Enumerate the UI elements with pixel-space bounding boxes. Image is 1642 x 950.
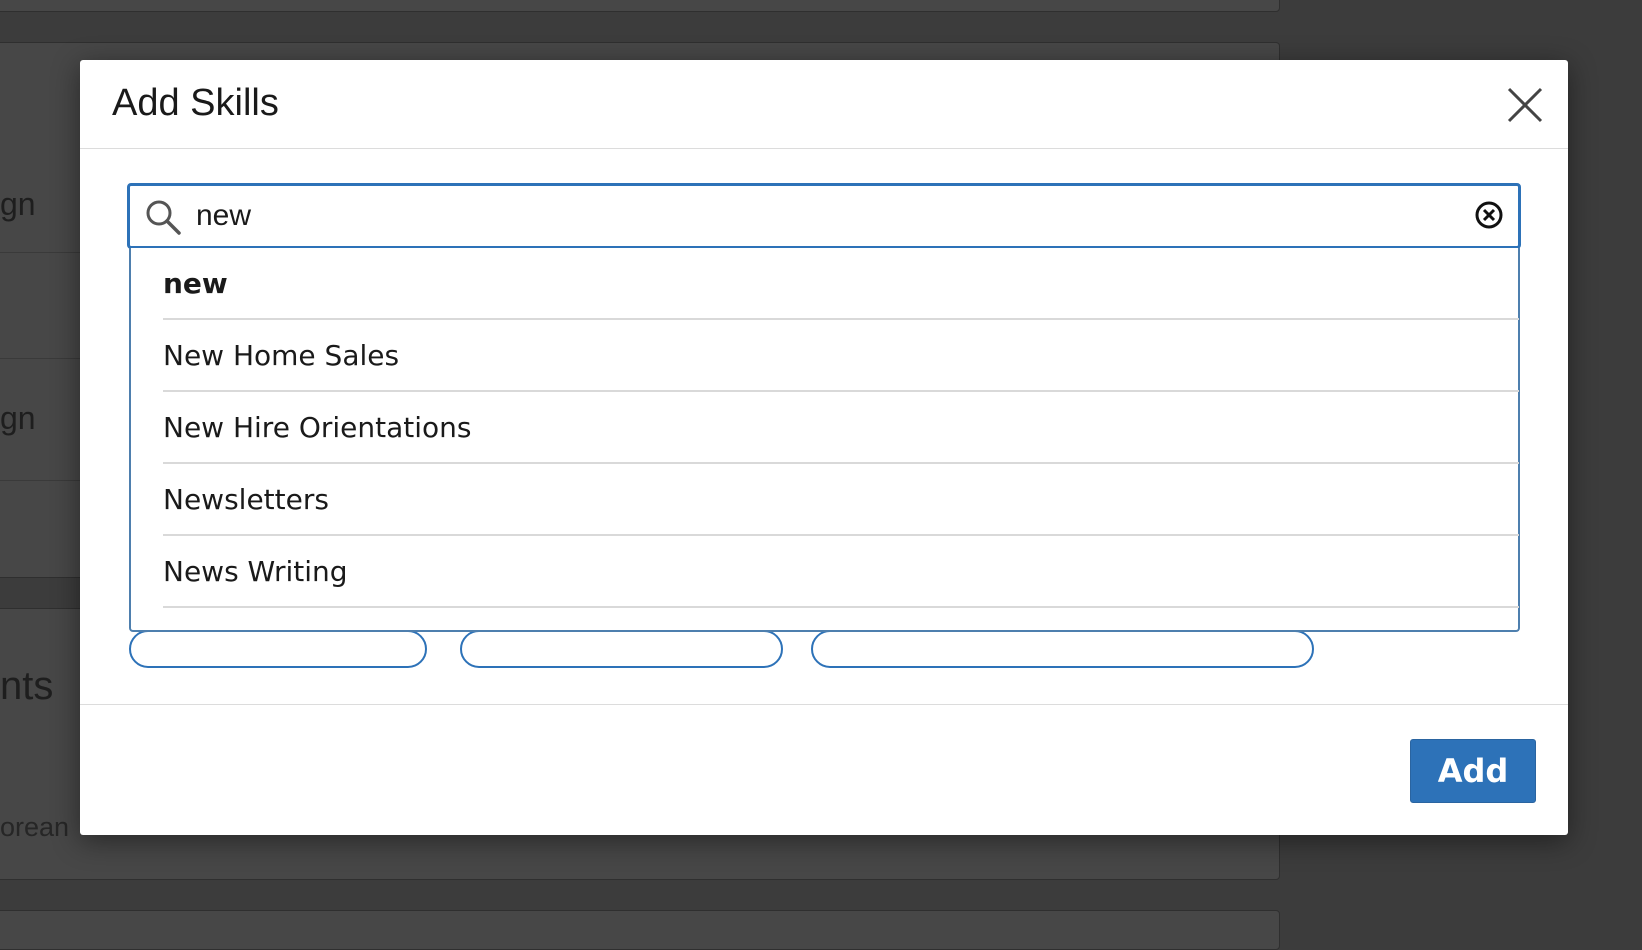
- suggestions-dropdown: new New Home Sales New Hire Orientations…: [129, 248, 1520, 632]
- background-text: nts: [0, 664, 54, 708]
- search-input[interactable]: [194, 194, 1424, 238]
- modal-title: Add Skills: [112, 82, 279, 124]
- suggestion-item[interactable]: new: [163, 248, 1519, 320]
- add-button[interactable]: Add: [1410, 739, 1536, 803]
- skill-search-field[interactable]: [127, 183, 1521, 249]
- skill-chip[interactable]: [129, 630, 427, 668]
- background-card-top: [0, 0, 1280, 12]
- background-card-bottom: [0, 910, 1280, 950]
- suggestion-item[interactable]: News Writing: [163, 536, 1519, 608]
- modal-header: Add Skills: [80, 60, 1568, 149]
- background-text: gn: [0, 186, 36, 222]
- background-divider: [0, 358, 80, 359]
- background-divider: [0, 252, 80, 253]
- skill-chip[interactable]: [811, 630, 1314, 668]
- suggestion-item[interactable]: Newsletters: [163, 464, 1519, 536]
- skill-chip[interactable]: [460, 630, 783, 668]
- background-divider: [0, 480, 80, 481]
- close-button[interactable]: [1504, 84, 1546, 126]
- suggestion-item[interactable]: New Hire Orientations: [163, 392, 1519, 464]
- search-icon: [146, 200, 181, 235]
- suggestion-item[interactable]: New Home Sales: [163, 320, 1519, 392]
- background-text: orean: [0, 812, 70, 842]
- close-icon: [1507, 87, 1543, 123]
- background-text: gn: [0, 400, 36, 436]
- add-skills-modal: Add Skills new New Home Sales New Hire O…: [80, 60, 1568, 835]
- modal-footer: Add: [80, 704, 1568, 835]
- clear-circle-icon[interactable]: [1474, 200, 1504, 230]
